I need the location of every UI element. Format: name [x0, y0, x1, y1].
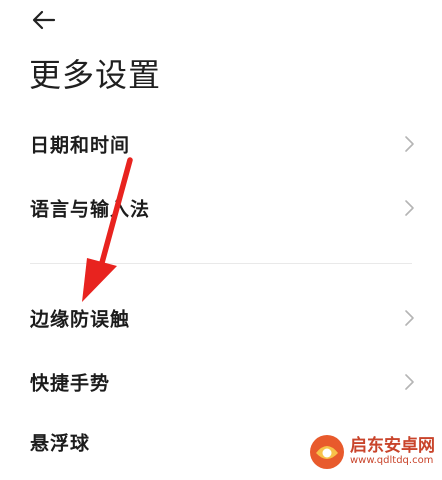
settings-item-label: 日期和时间	[30, 134, 131, 157]
arrow-left-icon	[32, 10, 56, 30]
chevron-right-icon	[402, 134, 416, 154]
settings-item-floating-ball[interactable]: 悬浮球	[0, 410, 442, 474]
chevron-right-icon	[402, 372, 416, 392]
settings-item-label: 悬浮球	[30, 432, 91, 455]
settings-item-language-input[interactable]: 语言与输入法	[0, 176, 442, 240]
page-title: 更多设置	[29, 56, 162, 94]
back-button[interactable]	[28, 6, 60, 34]
settings-item-label: 快捷手势	[30, 372, 111, 395]
settings-item-gestures[interactable]: 快捷手势	[0, 350, 442, 414]
chevron-right-icon	[402, 198, 416, 218]
settings-item-label: 边缘防误触	[30, 308, 131, 331]
chevron-right-icon	[402, 308, 416, 328]
section-divider	[30, 263, 412, 264]
settings-item-date-time[interactable]: 日期和时间	[0, 112, 442, 176]
settings-item-label: 语言与输入法	[30, 198, 151, 221]
settings-item-edge-touch-protection[interactable]: 边缘防误触	[0, 286, 442, 350]
